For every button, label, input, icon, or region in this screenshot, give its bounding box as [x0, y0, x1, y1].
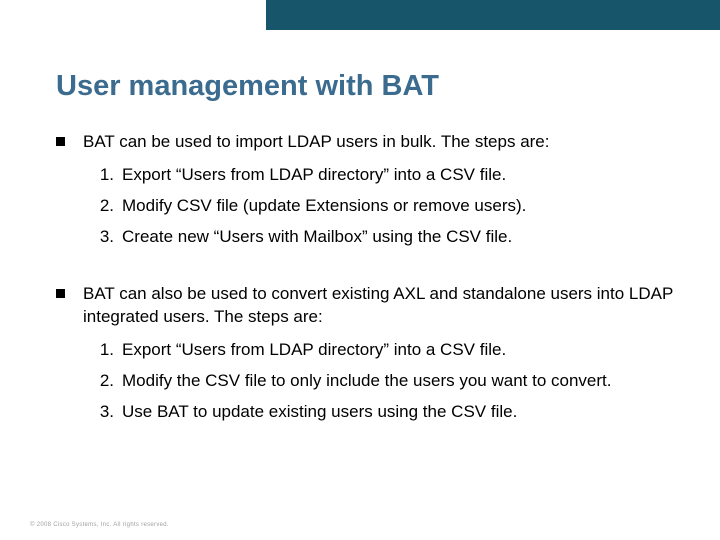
bullet-block: BAT can be used to import LDAP users in …: [56, 131, 680, 249]
step-text: Use BAT to update existing users using t…: [122, 401, 680, 424]
slide-content: User management with BAT BAT can be used…: [56, 70, 680, 457]
step-item: 3. Use BAT to update existing users usin…: [90, 401, 680, 424]
lead-text: BAT can be used to import LDAP users in …: [83, 131, 680, 154]
decorative-top-bar: [266, 0, 720, 30]
step-text: Modify CSV file (update Extensions or re…: [122, 195, 680, 218]
step-number: 3.: [90, 226, 114, 249]
square-bullet-icon: [56, 137, 65, 146]
step-item: 1. Export “Users from LDAP directory” in…: [90, 339, 680, 362]
step-item: 3. Create new “Users with Mailbox” using…: [90, 226, 680, 249]
steps-list: 1. Export “Users from LDAP directory” in…: [90, 164, 680, 249]
step-number: 1.: [90, 339, 114, 362]
step-number: 1.: [90, 164, 114, 187]
step-text: Export “Users from LDAP directory” into …: [122, 339, 680, 362]
step-item: 1. Export “Users from LDAP directory” in…: [90, 164, 680, 187]
bullet-block: BAT can also be used to convert existing…: [56, 283, 680, 424]
copyright-footer: © 2008 Cisco Systems, Inc. All rights re…: [30, 522, 169, 528]
step-number: 3.: [90, 401, 114, 424]
step-item: 2. Modify the CSV file to only include t…: [90, 370, 680, 393]
step-text: Create new “Users with Mailbox” using th…: [122, 226, 680, 249]
lead-row: BAT can also be used to convert existing…: [56, 283, 680, 329]
lead-row: BAT can be used to import LDAP users in …: [56, 131, 680, 154]
step-item: 2. Modify CSV file (update Extensions or…: [90, 195, 680, 218]
step-text: Export “Users from LDAP directory” into …: [122, 164, 680, 187]
lead-text: BAT can also be used to convert existing…: [83, 283, 680, 329]
square-bullet-icon: [56, 289, 65, 298]
step-number: 2.: [90, 195, 114, 218]
slide-title: User management with BAT: [56, 70, 680, 103]
step-number: 2.: [90, 370, 114, 393]
step-text: Modify the CSV file to only include the …: [122, 370, 680, 393]
steps-list: 1. Export “Users from LDAP directory” in…: [90, 339, 680, 424]
